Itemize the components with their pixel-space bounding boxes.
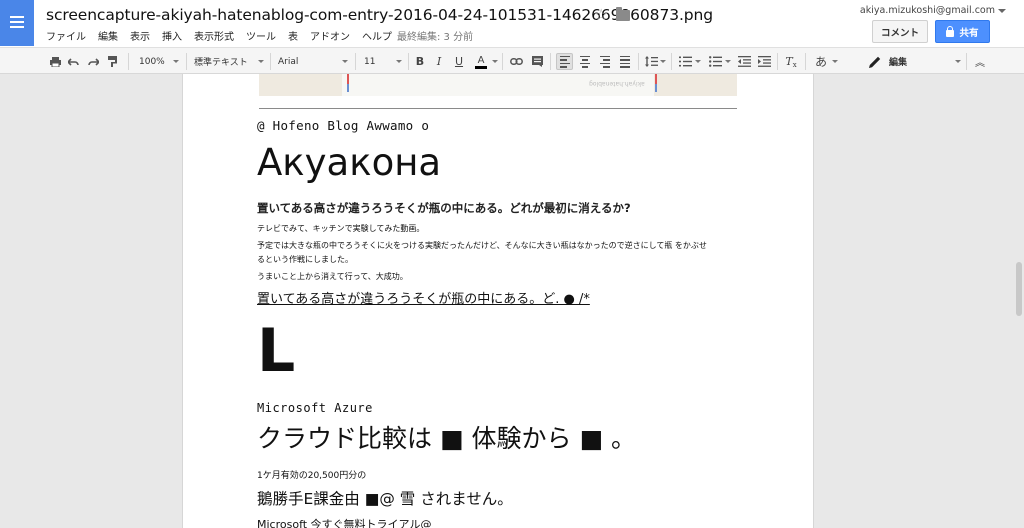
document-canvas[interactable]: akiyah.hatenablog @ Hofeno Blog Awwamo o… [0,74,1024,528]
font-size-value: 11 [364,56,376,67]
link-icon[interactable] [508,53,524,70]
line-spacing-icon[interactable] [643,53,659,70]
doc-line-8[interactable]: L [257,318,295,384]
paint-format-icon[interactable] [106,53,120,70]
align-left-button[interactable] [556,53,573,70]
share-button-label: 共有 [959,27,979,39]
doc-line-10[interactable]: クラウド比較は ■ 体験から ■ 。 [257,423,636,455]
menu-table[interactable]: 表 [288,28,298,43]
account-email[interactable]: akiya.mizukoshi@gmail.com [860,5,995,16]
line-spacing-caret[interactable] [660,53,666,70]
menu-tools[interactable]: ツール [246,28,276,43]
text-color-letter: A [477,54,485,66]
print-icon[interactable] [48,53,62,70]
menu-file[interactable]: ファイル [46,28,86,43]
clear-formatting-button[interactable]: Tx [783,53,799,70]
comment-button[interactable]: コメント [872,20,928,43]
embedded-screenshot-image[interactable]: akiyah.hatenablog [259,74,737,96]
star-icon[interactable]: ☆ [594,5,608,24]
increase-indent-icon[interactable] [756,53,772,70]
paragraph-style-value: 標準テキスト [194,58,248,68]
doc-line-3[interactable]: 置いてある高さが違うろうそくが瓶の中にある。どれが最初に消えるか? [257,200,631,216]
editing-mode-dropdown[interactable]: 編集 [869,53,961,70]
align-justify-icon [619,55,630,68]
formatting-toolbar: 100% 標準テキスト Arial 11 B I U A T x あ 編集 ︽ [0,47,1024,74]
text-color-button[interactable]: A [471,53,491,70]
pencil-icon [869,56,881,68]
lock-icon [946,25,955,37]
italic-button[interactable]: I [432,53,446,70]
doc-line-12[interactable]: 鵝勝手E課金由 ■@ 雪 されません。 [257,487,513,509]
doc-line-6[interactable]: うまいこと上から消えて行って、大成功。 [257,271,408,282]
bulleted-list-icon[interactable] [707,53,723,70]
font-dropdown[interactable]: Arial [278,53,348,70]
comment-icon[interactable] [529,53,545,70]
docs-header: screencapture-akiyah-hatenablog-com-entr… [0,0,1024,47]
bulleted-list-caret[interactable] [725,53,731,70]
clear-formatting-letter: T [785,55,793,68]
decrease-indent-icon[interactable] [736,53,752,70]
numbered-list-icon[interactable] [677,53,693,70]
doc-line-2[interactable]: Акуакона [257,140,441,186]
document-page[interactable]: akiyah.hatenablog @ Hofeno Blog Awwamo o… [182,74,814,528]
doc-line-1[interactable]: @ Hofeno Blog Awwamo o [257,118,429,133]
font-value: Arial [278,56,299,67]
menu-insert[interactable]: 挿入 [162,28,182,43]
folder-icon[interactable] [616,7,630,21]
align-center-icon [579,55,590,68]
menu-edit[interactable]: 編集 [98,28,118,43]
vertical-scrollbar-thumb[interactable] [1016,262,1022,316]
image-caption: akiyah.hatenablog [589,80,645,87]
comment-button-label: コメント [880,27,919,39]
doc-line-9[interactable]: Microsoft Azure [257,401,373,415]
doc-line-5a[interactable]: 予定では大きな瓶の中でろうそくに火をつける実験だったんだけど、そんなに大きい瓶は… [257,240,707,251]
doc-line-5b[interactable]: るという作戦にしました。 [257,254,353,265]
redo-icon[interactable] [86,53,100,70]
share-button[interactable]: 共有 [935,20,990,43]
menu-format[interactable]: 表示形式 [194,28,234,43]
zoom-value: 100% [139,56,165,67]
text-color-caret[interactable] [492,53,498,70]
input-tools-button[interactable]: あ [812,53,830,70]
align-center-button[interactable] [576,53,593,70]
document-title[interactable]: screencapture-akiyah-hatenablog-com-entr… [46,6,713,24]
menu-help[interactable]: ヘルプ [362,28,392,43]
paragraph-style-dropdown[interactable]: 標準テキスト [194,53,264,70]
doc-line-4[interactable]: テレビでみて、キッチンで実験してみた動画。 [257,223,424,234]
underline-button[interactable]: U [452,53,466,70]
horizontal-rule [259,108,737,109]
doc-line-13[interactable]: Microsoft 今すぐ無料トライアル@ [257,516,431,528]
menu-addons[interactable]: アドオン [310,28,350,43]
doc-line-7[interactable]: 置いてある高さが違うろうそくが瓶の中にある。ど. ● /* [257,288,590,307]
menu-bar: ファイル 編集 表示 挿入 表示形式 ツール 表 アドオン ヘルプ [46,28,404,43]
font-size-dropdown[interactable]: 11 [364,53,402,70]
numbered-list-caret[interactable] [695,53,701,70]
undo-icon[interactable] [66,53,80,70]
zoom-dropdown[interactable]: 100% [139,53,179,70]
docs-logo-icon[interactable] [0,0,34,46]
input-tools-caret[interactable] [832,53,838,70]
align-justify-button[interactable] [616,53,633,70]
last-edit-status[interactable]: 最終編集: 3 分前 [397,28,473,43]
collapse-menus-button[interactable]: ︽ [972,53,988,70]
menu-view[interactable]: 表示 [130,28,150,43]
bold-button[interactable]: B [413,53,427,70]
align-right-icon [599,55,610,68]
align-left-icon [559,55,570,68]
align-right-button[interactable] [596,53,613,70]
doc-line-11[interactable]: 1ケ月有効の20,500円分の [257,468,366,481]
editing-mode-value: 編集 [889,58,908,68]
text-color-swatch [475,65,487,69]
account-caret-icon[interactable] [998,9,1006,13]
